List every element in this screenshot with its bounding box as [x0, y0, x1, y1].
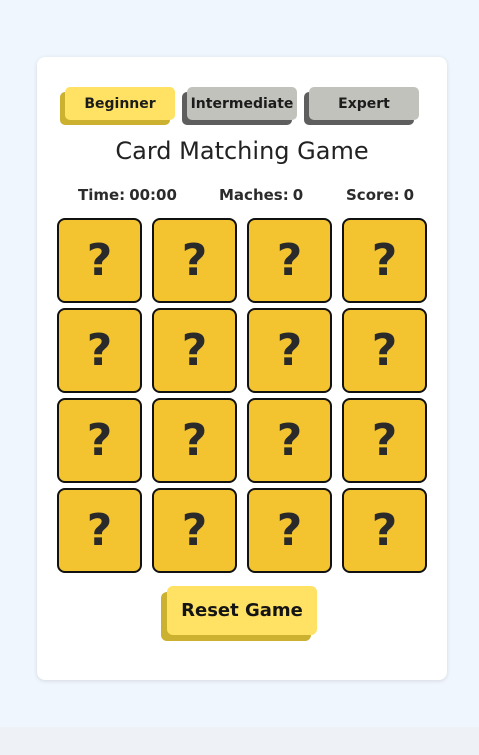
score-value: 0	[403, 186, 415, 204]
page-footer-strip	[0, 727, 479, 755]
card-face: ?	[276, 234, 303, 286]
level-intermediate-button[interactable]: Intermediate	[187, 87, 297, 120]
time-label: Time:	[78, 186, 126, 204]
card-face: ?	[181, 324, 208, 376]
reset-game-button[interactable]: Reset Game	[167, 586, 317, 635]
card[interactable]: ?	[152, 218, 237, 303]
card[interactable]: ?	[342, 488, 427, 573]
card-grid: ? ? ? ? ? ? ? ? ? ? ? ? ? ? ? ?	[57, 218, 427, 573]
card[interactable]: ?	[152, 308, 237, 393]
time-stat: Time: 00:00	[78, 186, 177, 204]
card-face: ?	[86, 234, 113, 286]
page-title: Card Matching Game	[115, 137, 369, 165]
card[interactable]: ?	[342, 308, 427, 393]
card[interactable]: ?	[247, 218, 332, 303]
card[interactable]: ?	[247, 308, 332, 393]
card[interactable]: ?	[247, 398, 332, 483]
card[interactable]: ?	[57, 398, 142, 483]
card-face: ?	[181, 414, 208, 466]
card-face: ?	[86, 324, 113, 376]
card[interactable]: ?	[342, 218, 427, 303]
card-face: ?	[86, 414, 113, 466]
card-face: ?	[276, 414, 303, 466]
card[interactable]: ?	[152, 398, 237, 483]
card-face: ?	[181, 504, 208, 556]
card-face: ?	[276, 504, 303, 556]
card[interactable]: ?	[342, 398, 427, 483]
matches-stat: Maches: 0	[219, 186, 303, 204]
score-label: Score:	[346, 186, 400, 204]
card[interactable]: ?	[57, 308, 142, 393]
card[interactable]: ?	[152, 488, 237, 573]
score-stat: Score: 0	[346, 186, 414, 204]
level-expert-button[interactable]: Expert	[309, 87, 419, 120]
matches-value: 0	[292, 186, 304, 204]
game-panel: Beginner Intermediate Expert Card Matchi…	[37, 57, 447, 680]
card-face: ?	[371, 414, 398, 466]
card-face: ?	[371, 504, 398, 556]
card-face: ?	[181, 234, 208, 286]
card-face: ?	[371, 234, 398, 286]
card[interactable]: ?	[57, 488, 142, 573]
card-face: ?	[276, 324, 303, 376]
time-value: 00:00	[129, 186, 177, 204]
card[interactable]: ?	[247, 488, 332, 573]
card-face: ?	[371, 324, 398, 376]
card-face: ?	[86, 504, 113, 556]
level-beginner-button[interactable]: Beginner	[65, 87, 175, 120]
matches-label: Maches:	[219, 186, 289, 204]
card[interactable]: ?	[57, 218, 142, 303]
